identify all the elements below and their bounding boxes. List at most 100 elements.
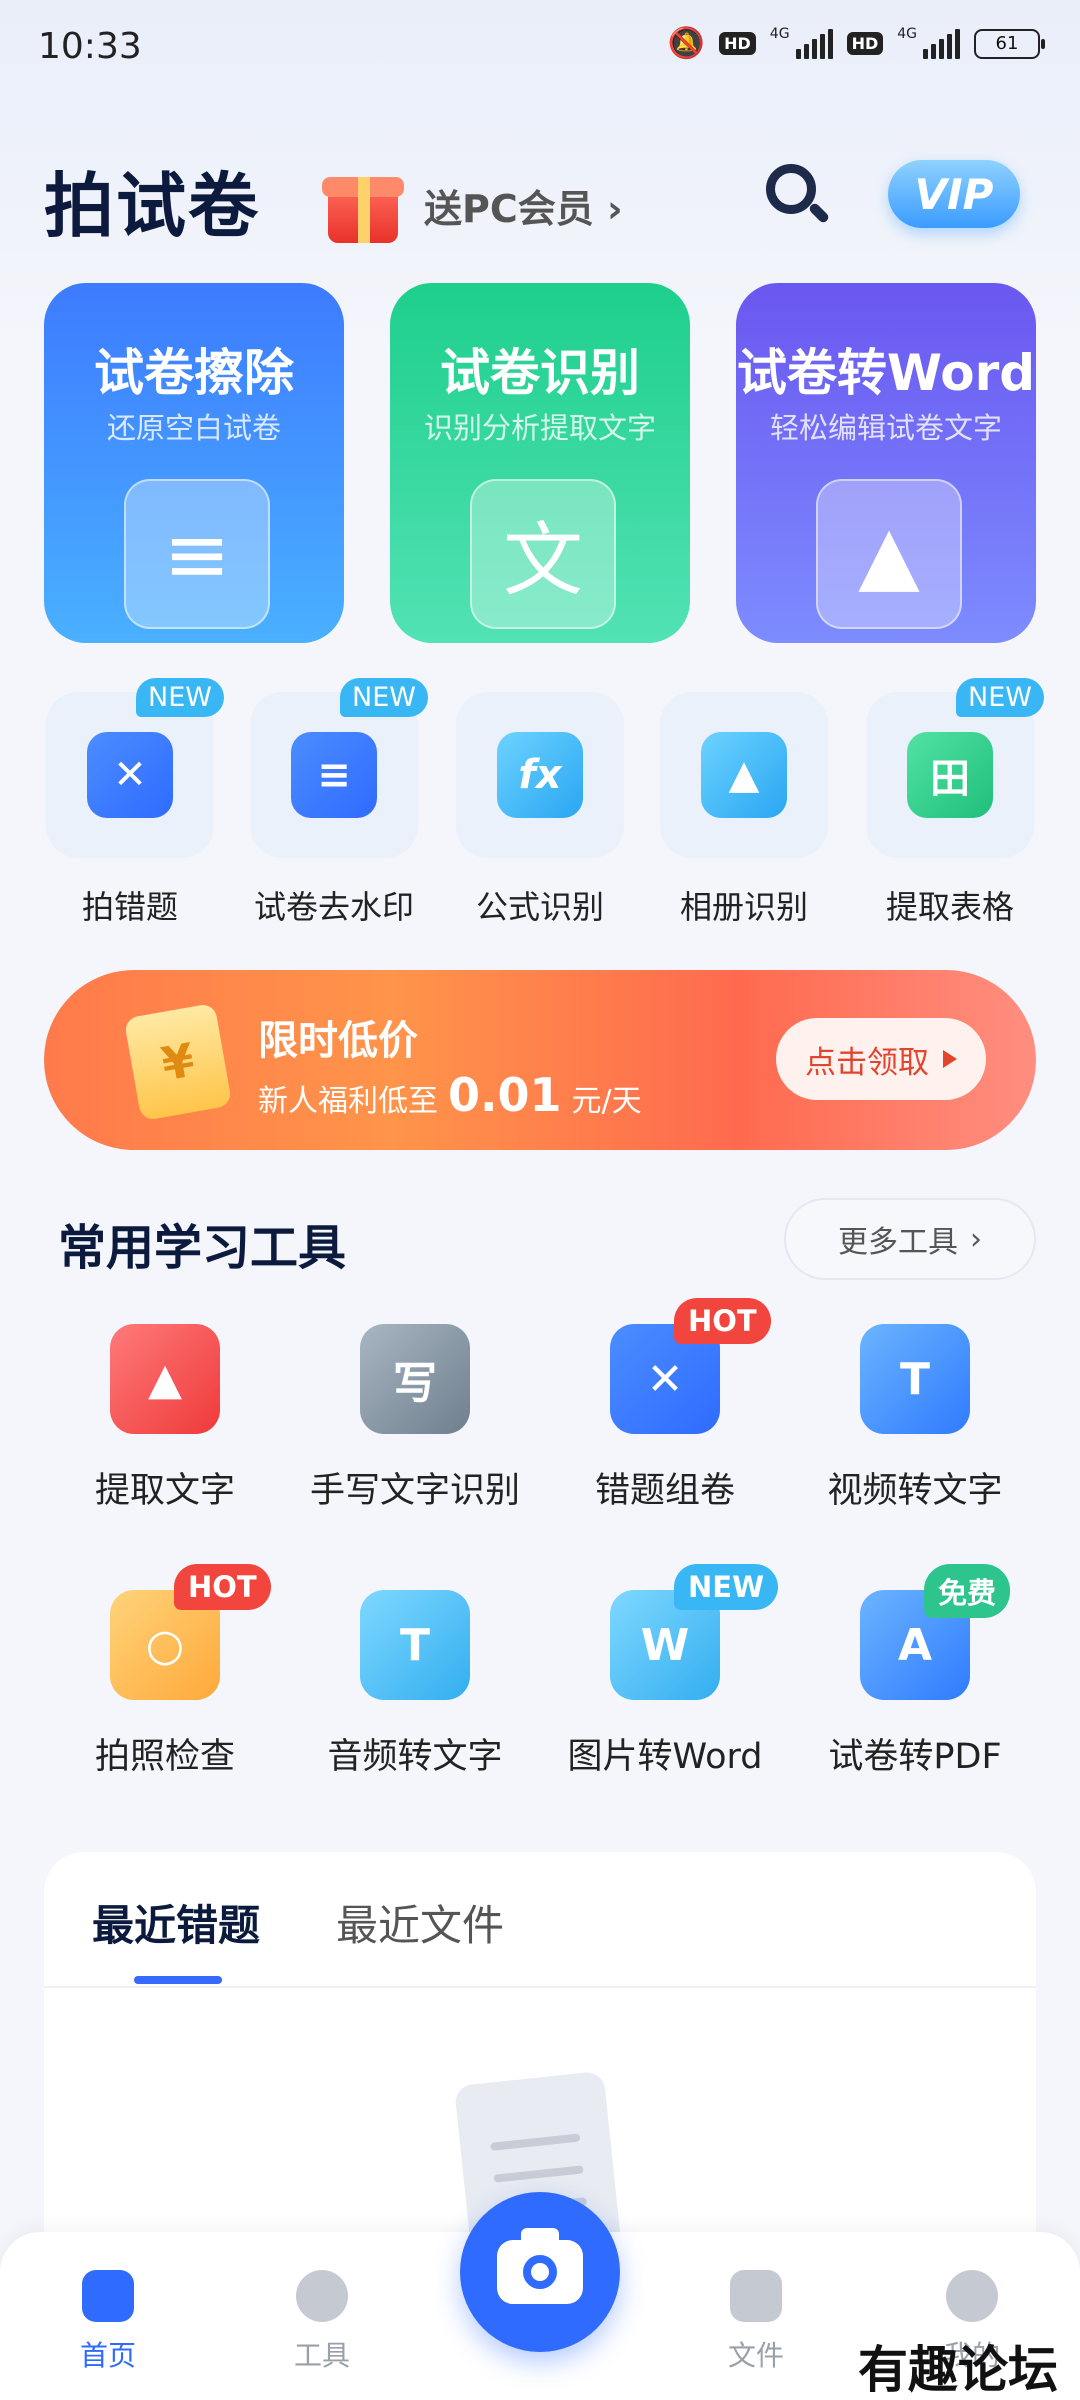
quick-tool-album[interactable]: ▲ 相册识别 — [660, 692, 828, 928]
watermark: 有趣论坛 — [858, 2340, 1058, 2399]
tools-icon — [296, 2270, 348, 2322]
home-icon — [82, 2270, 134, 2322]
card-title: 试卷转Word — [736, 344, 1036, 402]
banner-subtitle: 新人福利低至 0.01 元/天 — [258, 1068, 642, 1122]
text-scan-icon: 文 — [470, 479, 616, 629]
banner-prefix: 新人福利低至 — [258, 1084, 438, 1119]
quick-tool-table[interactable]: 田 NEW 提取表格 — [866, 678, 1044, 928]
card-title: 试卷识别 — [440, 344, 640, 402]
handwriting-icon: 写 — [360, 1324, 470, 1434]
card-exam-recognize[interactable]: 试卷识别 识别分析提取文字 文 — [390, 283, 690, 643]
more-tools-button[interactable]: 更多工具 › — [784, 1198, 1036, 1280]
video-to-text-icon: T — [860, 1324, 970, 1434]
camera-icon — [497, 2228, 583, 2304]
new-badge: NEW — [956, 678, 1044, 717]
card-exam-to-word[interactable]: 试卷转Word 轻松编辑试卷文字 ▲ — [736, 283, 1036, 643]
quick-tool-label: 拍错题 — [81, 888, 178, 926]
network-type-label: 4G — [769, 26, 790, 42]
quick-tool-wrong-question[interactable]: ✕ NEW 拍错题 — [46, 678, 224, 928]
quick-tool-label: 公式识别 — [475, 888, 604, 926]
tool-handwriting[interactable]: 写 手写文字识别 — [290, 1324, 540, 1513]
promo-text: 送PC会员 › — [424, 178, 623, 233]
quick-tool-remove-watermark[interactable]: ≡ NEW 试卷去水印 — [250, 678, 428, 928]
tool-label: 试卷转PDF — [828, 1737, 1002, 1777]
quick-tool-formula[interactable]: fx 公式识别 — [456, 692, 624, 928]
card-exam-erase[interactable]: 试卷擦除 还原空白试卷 ≡ — [44, 283, 344, 643]
quick-tool-tile: 田 NEW — [866, 678, 1044, 858]
card-title: 试卷擦除 — [94, 344, 294, 402]
nav-label: 文件 — [727, 2339, 784, 2372]
search-icon[interactable] — [762, 160, 832, 230]
pc-member-promo[interactable]: 送PC会员 › — [310, 155, 710, 255]
more-tools-label: 更多工具 — [838, 1225, 958, 1260]
tab-recent-files[interactable]: 最近文件 — [336, 1892, 504, 1953]
hd-icon-2: HD — [846, 32, 884, 55]
tool-label: 提取文字 — [94, 1471, 235, 1511]
tool-exam-to-pdf[interactable]: A 免费 试卷转PDF — [790, 1564, 1040, 1779]
folder-icon — [730, 2270, 782, 2322]
claim-label: 点击领取 — [805, 1044, 929, 1081]
quick-tool-label: 试卷去水印 — [253, 888, 414, 926]
hd-icon: HD — [719, 32, 756, 55]
tool-label: 手写文字识别 — [309, 1471, 520, 1511]
new-badge: NEW — [674, 1564, 779, 1610]
app-title: 拍试卷 — [44, 165, 260, 247]
person-icon — [946, 2270, 998, 2322]
tool-label: 视频转文字 — [827, 1471, 1003, 1511]
banner-unit: 元/天 — [571, 1084, 642, 1119]
quick-tool-tile: fx — [456, 692, 624, 858]
free-badge: 免费 — [924, 1564, 1011, 1618]
tool-video-to-text[interactable]: T 视频转文字 — [790, 1324, 1040, 1513]
wrong-paper-glyph: ✕ — [646, 1353, 684, 1405]
album-icon: ▲ — [701, 732, 787, 818]
wrong-paper-icon: ✕ HOT — [610, 1298, 771, 1434]
tool-image-to-word[interactable]: W NEW 图片转Word — [540, 1564, 790, 1779]
nav-home[interactable]: 首页 — [48, 2270, 168, 2374]
card-subtitle: 轻松编辑试卷文字 — [769, 411, 1002, 445]
signal-icon — [795, 28, 833, 59]
image-to-word-glyph: W — [640, 1619, 690, 1671]
nav-files[interactable]: 文件 — [696, 2270, 816, 2374]
extract-text-icon: ▲ — [110, 1324, 220, 1434]
tool-audio-to-text[interactable]: T 音频转文字 — [290, 1590, 540, 1779]
active-tab-indicator — [134, 1976, 222, 1984]
camera-button[interactable] — [460, 2192, 620, 2352]
tool-wrong-paper[interactable]: ✕ HOT 错题组卷 — [540, 1298, 790, 1513]
quick-tool-label: 提取表格 — [885, 888, 1014, 926]
tool-label: 拍照检查 — [94, 1737, 235, 1777]
tab-recent-mistakes[interactable]: 最近错题 — [92, 1892, 260, 1953]
chevron-right-icon: › — [606, 186, 623, 231]
banner-title: 限时低价 — [258, 1018, 418, 1064]
hot-badge: HOT — [174, 1564, 271, 1610]
nav-label: 首页 — [79, 2339, 136, 2372]
vip-button[interactable]: VIP — [888, 160, 1020, 228]
formula-icon: fx — [497, 732, 583, 818]
wrong-question-icon: ✕ — [87, 732, 173, 818]
signal-icon-2 — [923, 28, 960, 59]
tool-label: 音频转文字 — [327, 1737, 503, 1777]
nav-tools[interactable]: 工具 — [262, 2270, 382, 2374]
watermark-remove-icon: ≡ — [291, 732, 377, 818]
coupon-icon: ¥ — [123, 1002, 233, 1122]
new-badge: NEW — [136, 678, 224, 717]
limited-offer-banner[interactable]: ¥ 限时低价 新人福利低至 0.01 元/天 点击领取 — [44, 970, 1036, 1150]
claim-button[interactable]: 点击领取 — [776, 1018, 986, 1100]
tool-photo-check[interactable]: ○ HOT 拍照检查 — [40, 1564, 290, 1779]
card-subtitle: 还原空白试卷 — [106, 411, 281, 445]
tool-label: 图片转Word — [567, 1737, 763, 1777]
tool-extract-text[interactable]: ▲ 提取文字 — [40, 1324, 290, 1513]
network-type-label-2: 4G — [897, 26, 917, 42]
gift-icon — [310, 159, 418, 251]
table-icon: 田 — [907, 732, 993, 818]
status-icons: 🔕 HD 4G HD 4G 61 — [668, 26, 1045, 61]
quick-tool-tile: ≡ NEW — [250, 678, 428, 858]
document-list-icon: ≡ — [124, 479, 270, 629]
new-badge: NEW — [340, 678, 428, 717]
audio-to-text-icon: T — [360, 1590, 470, 1700]
image-icon: ▲ — [816, 479, 962, 629]
hot-badge: HOT — [674, 1298, 771, 1344]
exam-to-pdf-glyph: A — [897, 1619, 933, 1671]
quick-tool-label: 相册识别 — [679, 888, 808, 926]
status-time: 10:33 — [38, 26, 142, 67]
divider — [44, 1986, 1036, 1988]
